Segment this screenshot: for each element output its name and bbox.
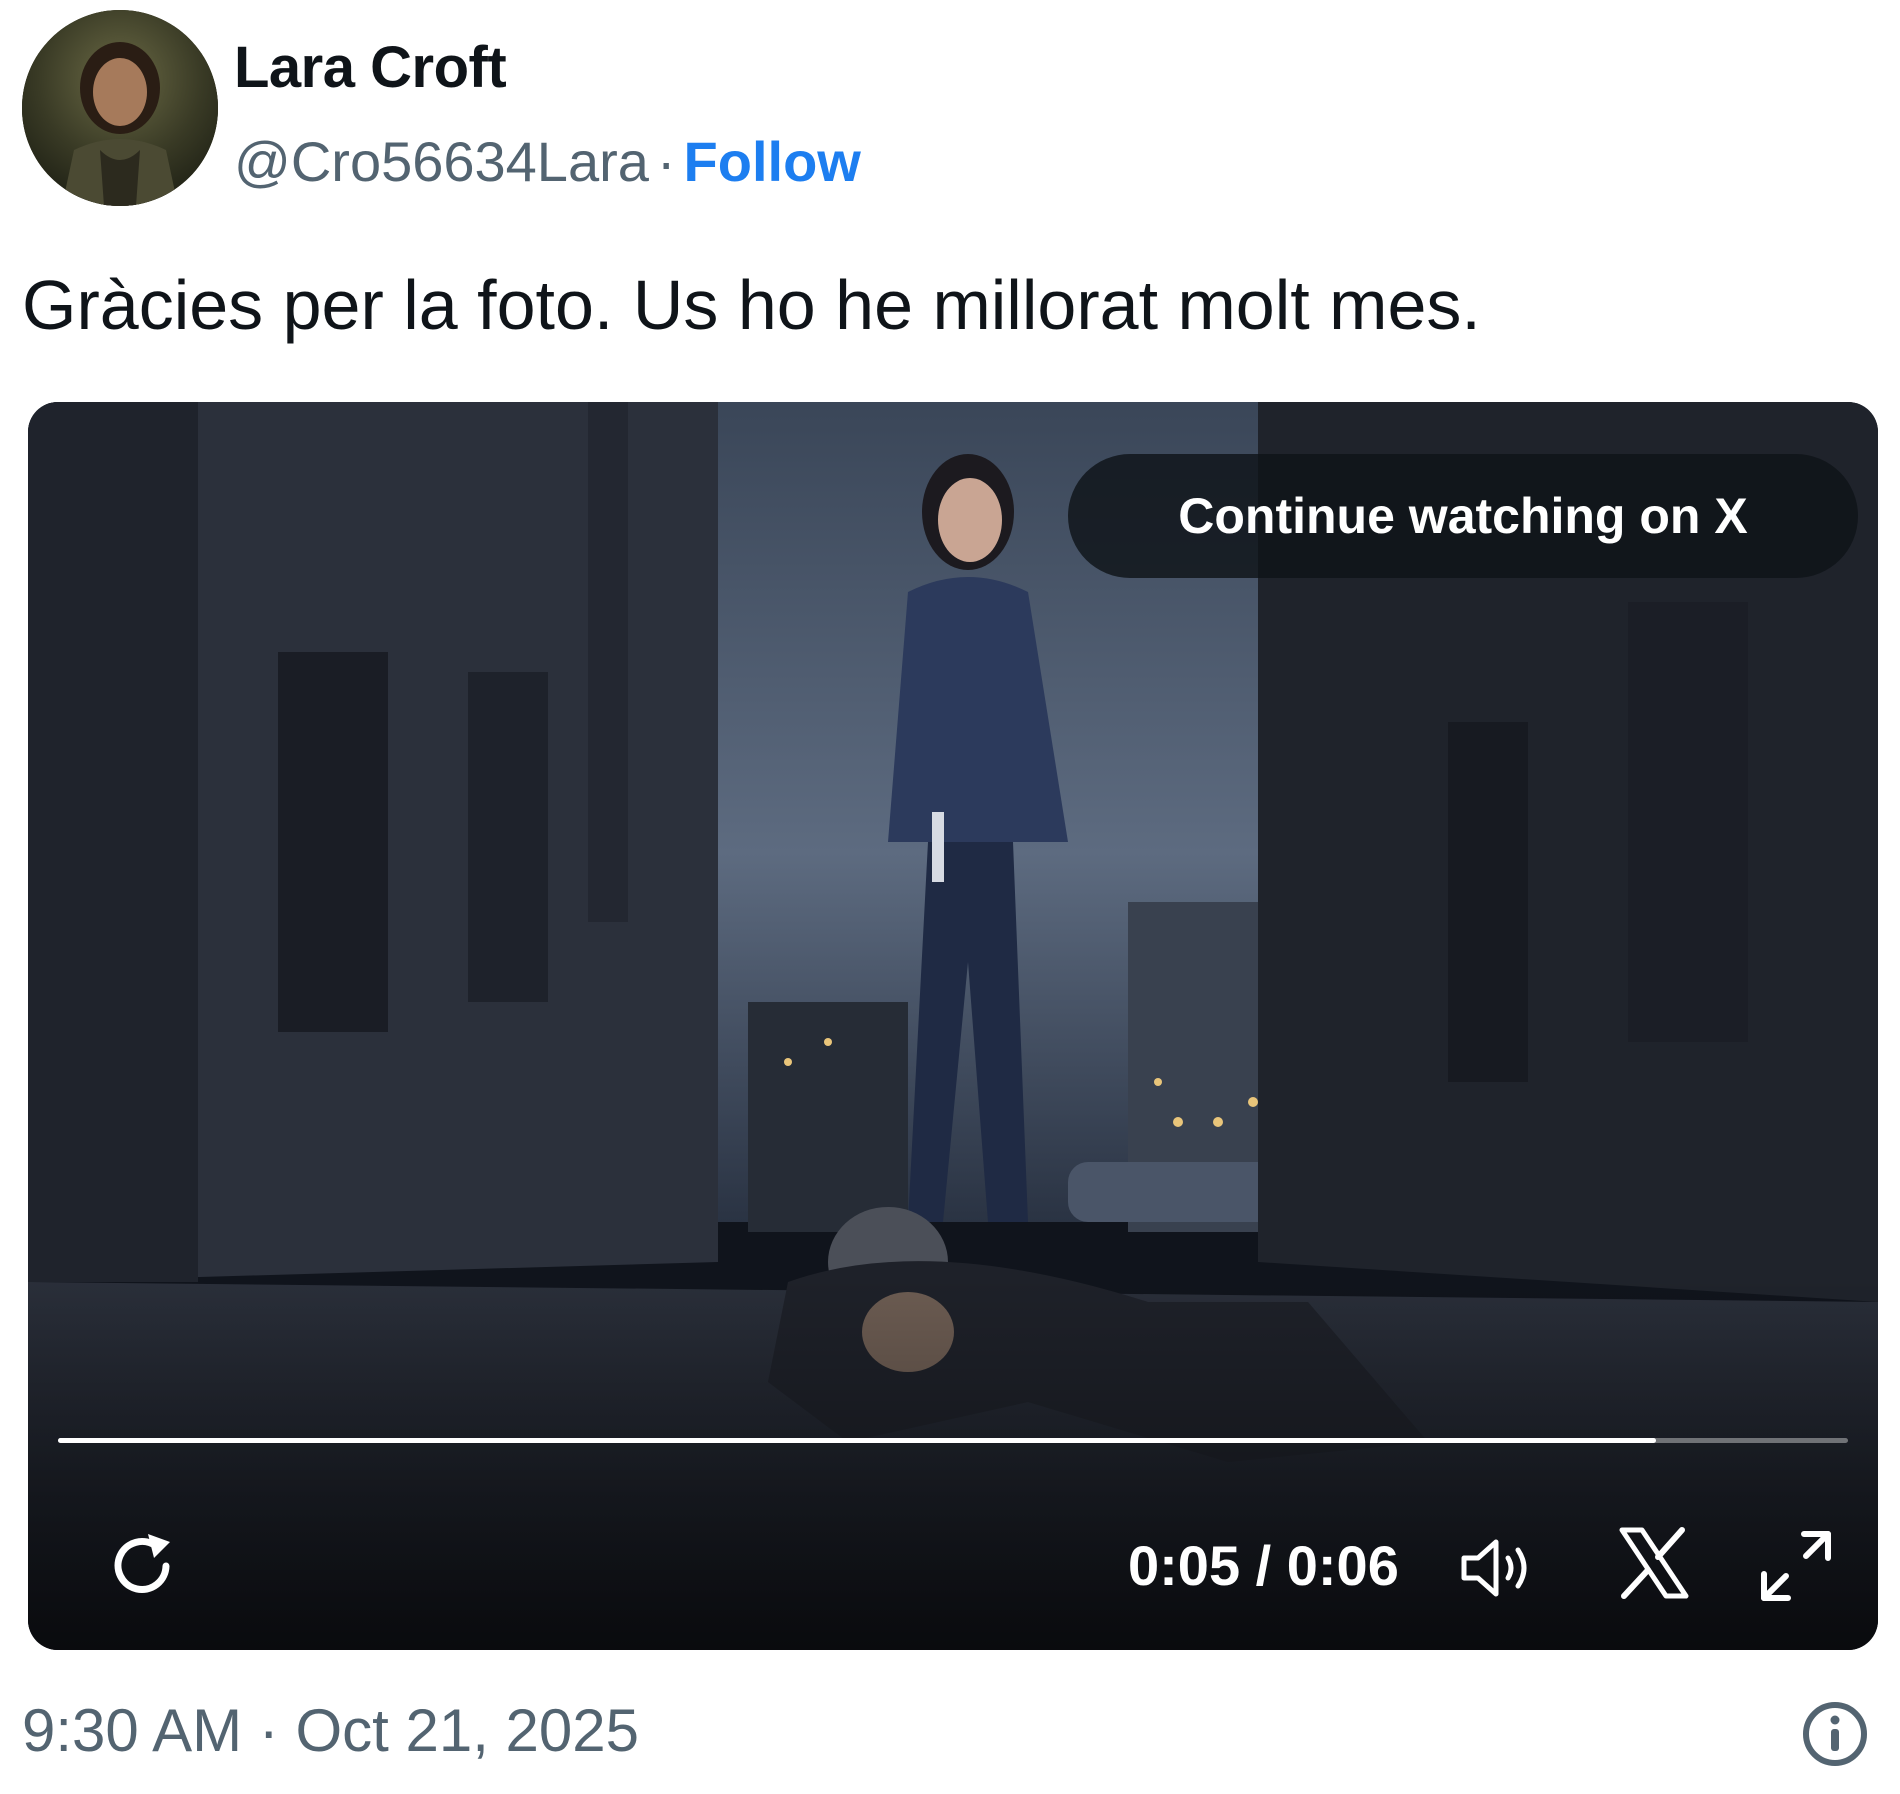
replay-icon	[114, 1534, 170, 1593]
x-logo-icon	[1619, 1527, 1689, 1599]
continue-watching-button[interactable]: Continue watching on X	[1068, 454, 1858, 578]
info-icon-glyph	[1803, 1702, 1867, 1766]
volume-icon	[1461, 1539, 1527, 1597]
avatar-image	[22, 10, 218, 206]
follow-button[interactable]: Follow	[684, 130, 861, 193]
progress-bar-fill	[58, 1438, 1657, 1443]
fullscreen-button[interactable]	[1756, 1526, 1836, 1606]
display-name[interactable]: Lara Croft	[234, 34, 507, 102]
x-logo-button[interactable]	[1616, 1526, 1690, 1600]
video-player[interactable]: Continue watching on X 0:05 / 0:06	[28, 402, 1878, 1650]
fullscreen-icon	[1761, 1531, 1831, 1601]
separator-dot: ·	[656, 130, 676, 193]
tweet-timestamp[interactable]: 9:30 AM · Oct 21, 2025	[22, 1692, 639, 1770]
replay-button[interactable]	[104, 1528, 180, 1604]
handle-row: @Cro56634Lara · Follow	[234, 128, 861, 196]
progress-bar[interactable]	[58, 1438, 1848, 1443]
avatar[interactable]	[22, 10, 218, 206]
video-frame	[28, 402, 1878, 1650]
tweet-text: Gràcies per la foto. Us ho he millorat m…	[22, 266, 1481, 344]
user-handle[interactable]: @Cro56634Lara	[234, 130, 649, 193]
time-display: 0:05 / 0:06	[1128, 1534, 1399, 1597]
volume-button[interactable]	[1458, 1532, 1538, 1604]
info-icon[interactable]	[1800, 1699, 1870, 1769]
